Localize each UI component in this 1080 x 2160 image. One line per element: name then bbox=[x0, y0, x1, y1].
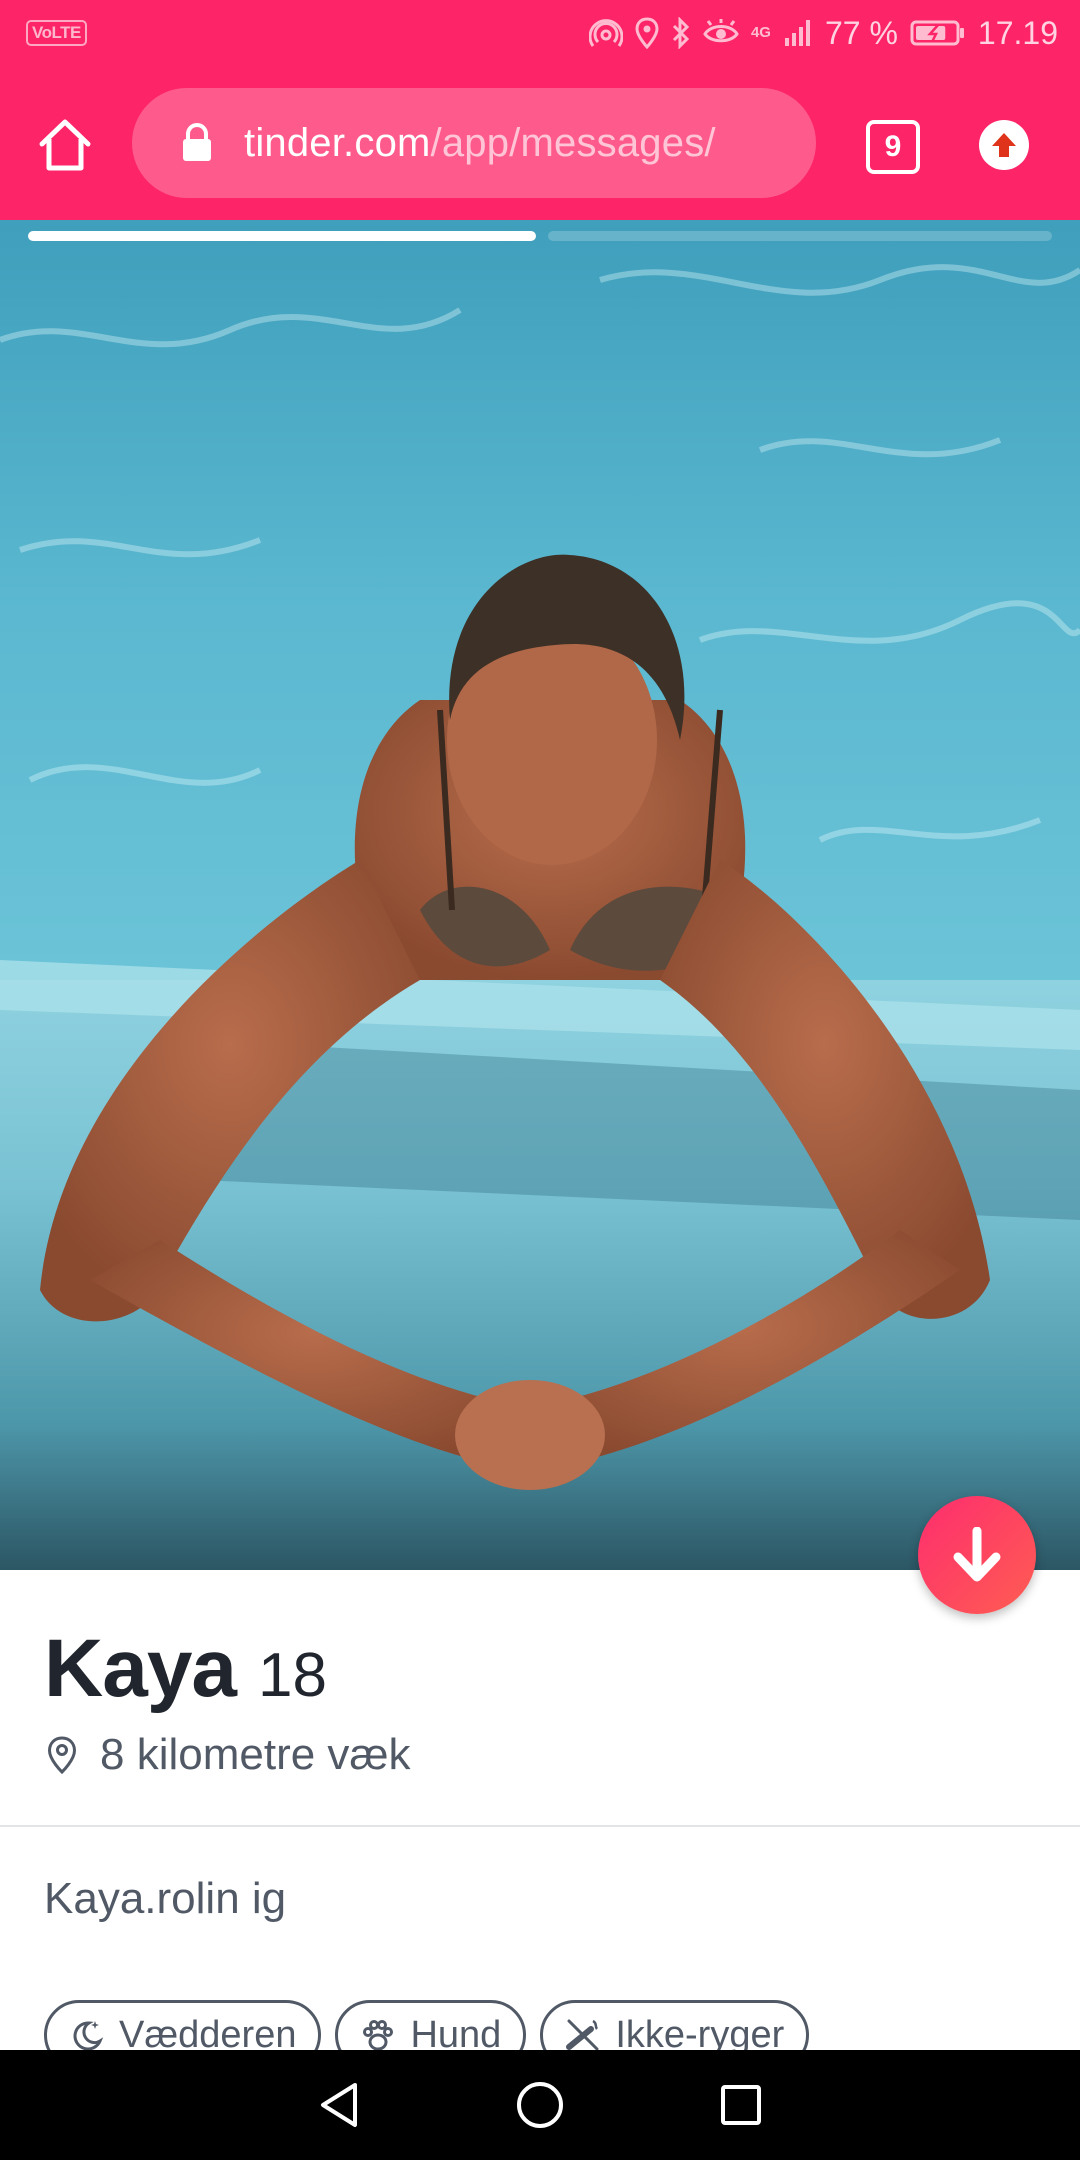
photo-progress-track bbox=[548, 231, 1052, 241]
volte-badge: VoLTE bbox=[26, 20, 87, 46]
name-row: Kaya 18 bbox=[44, 1622, 327, 1716]
profile-age: 18 bbox=[258, 1641, 327, 1710]
bluetooth-icon bbox=[672, 17, 690, 49]
profile-bio: Kaya.rolin ig bbox=[44, 1874, 287, 1923]
home-icon bbox=[39, 119, 91, 171]
profile-photo[interactable] bbox=[0, 220, 1080, 1570]
recents-icon[interactable] bbox=[719, 2083, 763, 2127]
collapse-profile-button[interactable] bbox=[918, 1496, 1036, 1614]
map-pin-icon bbox=[47, 1736, 77, 1775]
browser-toolbar: tinder.com/app/messages/ 9 bbox=[0, 66, 1080, 220]
battery-icon bbox=[910, 19, 966, 47]
status-bar: VoLTE 4G 77 % 17.19 bbox=[0, 0, 1080, 66]
clock: 17.19 bbox=[977, 14, 1058, 51]
system-navigation-bar bbox=[0, 2050, 1080, 2160]
divider bbox=[0, 1825, 1080, 1827]
battery-percent: 77 % bbox=[824, 14, 898, 51]
back-icon[interactable] bbox=[317, 2081, 361, 2129]
url-path: /app/messages/ bbox=[430, 120, 716, 165]
photo-progress-bar bbox=[28, 231, 536, 241]
url-text: tinder.com/app/messages/ bbox=[244, 121, 716, 166]
arrow-up-icon bbox=[992, 133, 1016, 157]
profile-name: Kaya bbox=[44, 1623, 237, 1714]
update-button[interactable] bbox=[979, 120, 1029, 170]
distance-text: 8 kilometre væk bbox=[100, 1730, 411, 1779]
home-circle-icon[interactable] bbox=[516, 2081, 564, 2129]
address-bar[interactable]: tinder.com/app/messages/ bbox=[132, 88, 816, 198]
tab-count-label: 9 bbox=[884, 130, 902, 163]
photo-illustration bbox=[0, 220, 1080, 1570]
moon-stars-icon bbox=[73, 2021, 104, 2051]
arrow-down-icon bbox=[953, 1527, 1001, 1582]
home-button[interactable] bbox=[36, 116, 94, 174]
lock-icon bbox=[183, 123, 211, 161]
url-host: tinder.com bbox=[244, 120, 431, 165]
signal-icon bbox=[784, 20, 810, 46]
hotspot-icon bbox=[588, 19, 623, 47]
cigarette-icon bbox=[566, 2019, 599, 2051]
status-icons: 4G 77 % 17.19 bbox=[588, 14, 1058, 52]
distance-row: 8 kilometre væk bbox=[46, 1730, 411, 1780]
tab-switcher-button[interactable]: 9 bbox=[866, 120, 920, 174]
eye-icon bbox=[703, 19, 739, 43]
paw-icon bbox=[363, 2020, 394, 2051]
network-type-label: 4G bbox=[750, 24, 771, 41]
location-icon bbox=[635, 17, 659, 49]
